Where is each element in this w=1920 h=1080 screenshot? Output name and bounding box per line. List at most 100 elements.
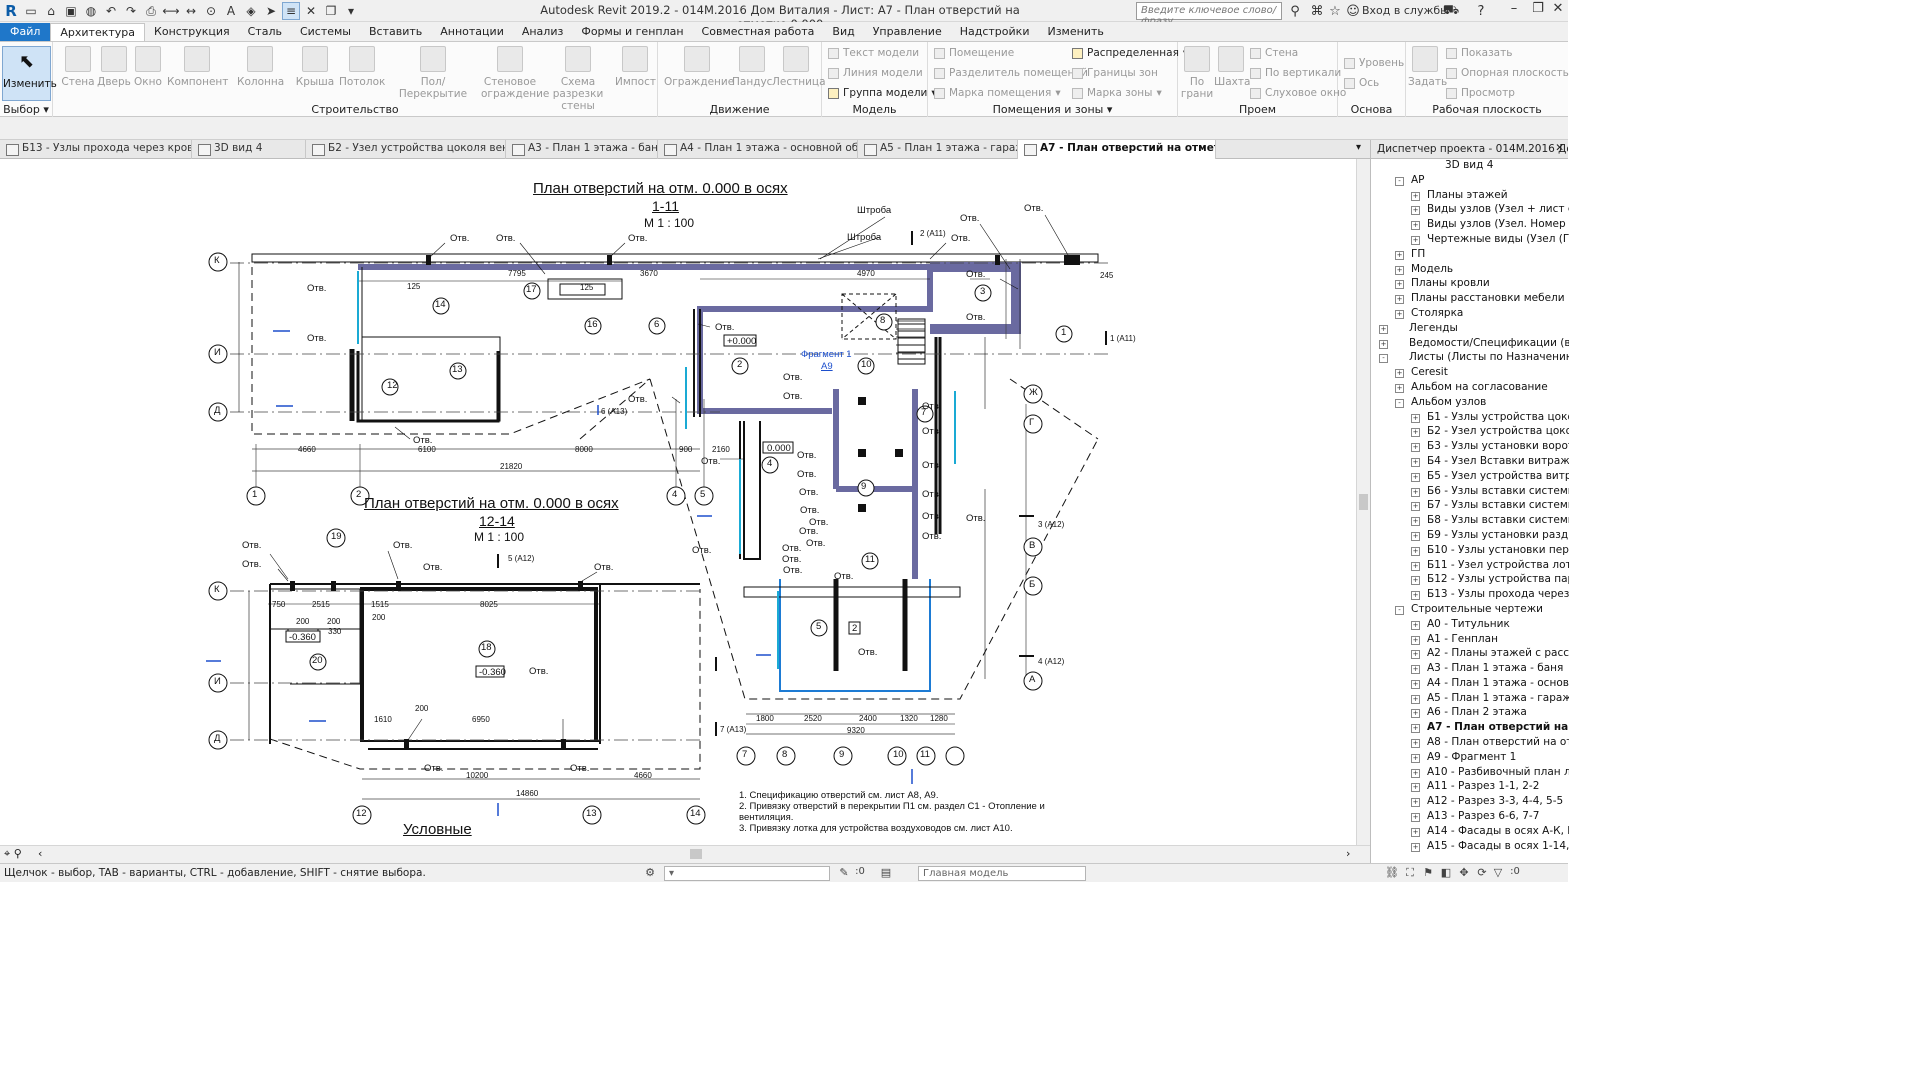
expand-icon[interactable]: + bbox=[1379, 324, 1388, 334]
browser-item[interactable]: + А2 - Планы этажей с расстан bbox=[1371, 647, 1569, 662]
expand-icon[interactable]: + bbox=[1395, 309, 1404, 319]
mullion-button[interactable]: Импост bbox=[615, 46, 656, 88]
tab-architecture[interactable]: Архитектура bbox=[50, 23, 146, 42]
collapse-icon[interactable]: - bbox=[1395, 398, 1404, 408]
browser-item[interactable]: + А10 - Разбивочный план ло bbox=[1371, 766, 1569, 781]
cart-icon[interactable]: ⛟ bbox=[1442, 2, 1460, 20]
expand-icon[interactable]: + bbox=[1395, 369, 1404, 379]
section-icon[interactable]: ➤ bbox=[262, 2, 280, 20]
expand-icon[interactable]: + bbox=[1411, 591, 1420, 601]
sync-icon[interactable]: ◍ bbox=[82, 2, 100, 20]
area-button[interactable]: Распределенная ▾ bbox=[1072, 47, 1188, 59]
browser-item[interactable]: + Б6 - Узлы вставки системы с bbox=[1371, 485, 1569, 500]
select-links-icon[interactable]: ⛓ bbox=[1384, 866, 1400, 881]
design-options-icon[interactable]: ▤ bbox=[878, 866, 894, 881]
doc-tab-a7[interactable]: А7 - План отверстий на отметк...✕ bbox=[1018, 140, 1216, 159]
expand-icon[interactable]: + bbox=[1411, 739, 1420, 749]
browser-item[interactable]: + А12 - Разрез 3-3, 4-4, 5-5 bbox=[1371, 795, 1569, 810]
railing-button[interactable]: Ограждение bbox=[664, 46, 734, 88]
browser-item[interactable]: + Планы этажей bbox=[1371, 189, 1569, 204]
filter-icon[interactable]: ▽ bbox=[1490, 866, 1506, 881]
browser-item[interactable]: + А9 - Фрагмент 1 bbox=[1371, 751, 1569, 766]
vertical-scrollbar[interactable] bbox=[1356, 159, 1370, 845]
expand-icon[interactable]: + bbox=[1411, 428, 1420, 438]
qat-dropdown-icon[interactable]: ▾ bbox=[342, 2, 360, 20]
browser-item[interactable]: + Б2 - Узел устройства цоколя bbox=[1371, 425, 1569, 440]
browser-item[interactable]: + А7 - План отверстий на отм bbox=[1371, 721, 1569, 736]
room-button[interactable]: Помещение bbox=[934, 47, 1014, 59]
ceiling-button[interactable]: Потолок bbox=[339, 46, 385, 88]
tab-addins[interactable]: Надстройки bbox=[951, 23, 1039, 42]
expand-icon[interactable]: + bbox=[1411, 191, 1420, 201]
expand-icon[interactable]: + bbox=[1411, 635, 1420, 645]
select-by-face-icon[interactable]: ◧ bbox=[1438, 866, 1454, 881]
browser-item[interactable]: + Б11 - Узел устройства лотко bbox=[1371, 559, 1569, 574]
expand-icon[interactable]: + bbox=[1411, 546, 1420, 556]
tab-view[interactable]: Вид bbox=[823, 23, 863, 42]
scroll-left-icon[interactable]: ‹ bbox=[38, 847, 42, 860]
expand-icon[interactable]: + bbox=[1411, 827, 1420, 837]
expand-icon[interactable]: + bbox=[1411, 576, 1420, 586]
expand-icon[interactable]: + bbox=[1411, 517, 1420, 527]
browser-item[interactable]: + А0 - Титульник bbox=[1371, 618, 1569, 633]
shaft-button[interactable]: Шахта bbox=[1214, 46, 1250, 88]
window-button[interactable]: Окно bbox=[131, 46, 165, 88]
set-workplane-button[interactable]: Задать bbox=[1408, 46, 1447, 88]
tabs-dropdown-icon[interactable]: ▾ bbox=[1356, 142, 1361, 153]
browser-item[interactable]: + Чертежные виды (Узел (Гор bbox=[1371, 233, 1569, 248]
browser-item[interactable]: + Б5 - Узел устройства витраж bbox=[1371, 470, 1569, 485]
show-workplane-button[interactable]: Показать bbox=[1446, 47, 1512, 59]
browser-item[interactable]: + А6 - План 2 этажа bbox=[1371, 706, 1569, 721]
browser-item[interactable]: + Б1 - Узлы устройства цокол bbox=[1371, 411, 1569, 426]
tab-analyze[interactable]: Анализ bbox=[513, 23, 573, 42]
browser-item[interactable]: + А14 - Фасады в осях А-К, К- bbox=[1371, 825, 1569, 840]
expand-icon[interactable]: + bbox=[1395, 265, 1404, 275]
wall-button[interactable]: Стена bbox=[61, 46, 95, 88]
expand-icon[interactable]: + bbox=[1411, 620, 1420, 630]
modify-button[interactable]: ⬉ Изменить bbox=[2, 46, 57, 101]
select-pinned-icon[interactable]: ⚑ bbox=[1420, 866, 1436, 881]
browser-item[interactable]: + Б7 - Узлы вставки системы с bbox=[1371, 499, 1569, 514]
door-button[interactable]: Дверь bbox=[97, 46, 131, 88]
model-line-button[interactable]: Линия модели bbox=[828, 67, 923, 79]
revit-logo-icon[interactable]: R bbox=[2, 2, 20, 20]
browser-item[interactable]: + Б13 - Узлы прохода через кр bbox=[1371, 588, 1569, 603]
doc-tab-a3[interactable]: А3 - План 1 этажа - баня bbox=[506, 140, 658, 159]
browser-item[interactable]: + Б10 - Узлы установки перего bbox=[1371, 544, 1569, 559]
component-button[interactable]: Компонент bbox=[167, 46, 228, 88]
browser-item[interactable]: + Планы кровли bbox=[1371, 277, 1569, 292]
browser-item[interactable]: + Ведомости/Спецификации (все) bbox=[1371, 337, 1569, 352]
curtain-system-button[interactable]: Стеновое ограждение bbox=[481, 46, 549, 100]
horizontal-scroll-thumb[interactable] bbox=[690, 849, 702, 859]
browser-item[interactable]: + Легенды bbox=[1371, 322, 1569, 337]
close-button[interactable]: ✕ bbox=[1546, 1, 1570, 21]
browser-item[interactable]: - Строительные чертежи bbox=[1371, 603, 1569, 618]
expand-icon[interactable]: + bbox=[1411, 561, 1420, 571]
expand-icon[interactable]: + bbox=[1411, 443, 1420, 453]
tab-file[interactable]: Файл bbox=[0, 23, 51, 42]
by-face-button[interactable]: По грани bbox=[1180, 46, 1214, 100]
expand-icon[interactable]: + bbox=[1411, 531, 1420, 541]
expand-icon[interactable]: + bbox=[1411, 235, 1420, 245]
select-underlay-icon[interactable]: ⛶ bbox=[1402, 866, 1418, 881]
tag-area-button[interactable]: Марка зоны ▾ bbox=[1072, 87, 1162, 99]
favorites-star-icon[interactable]: ☆ bbox=[1326, 2, 1344, 20]
collapse-icon[interactable]: - bbox=[1395, 176, 1404, 186]
close-browser-icon[interactable]: ✕ bbox=[1555, 142, 1564, 154]
browser-item[interactable]: + Б3 - Узлы установки ворот bbox=[1371, 440, 1569, 455]
redo-icon[interactable]: ↷ bbox=[122, 2, 140, 20]
room-separator-button[interactable]: Разделитель помещений bbox=[934, 67, 1088, 79]
view-control-icon[interactable]: ⌖ ⚲ bbox=[4, 847, 22, 861]
tab-steel[interactable]: Сталь bbox=[239, 23, 291, 42]
browser-item[interactable]: 3D вид 4 bbox=[1371, 159, 1569, 174]
browser-item[interactable]: + А15 - Фасады в осях 1-14, 1 bbox=[1371, 840, 1569, 855]
measure-icon[interactable]: ⟷ bbox=[162, 2, 180, 20]
browser-item[interactable]: - АР bbox=[1371, 174, 1569, 189]
tag-room-button[interactable]: Марка помещения ▾ bbox=[934, 87, 1061, 99]
expand-icon[interactable]: + bbox=[1411, 413, 1420, 423]
browser-item[interactable]: + А4 - План 1 этажа - основно bbox=[1371, 677, 1569, 692]
tab-massing[interactable]: Формы и генплан bbox=[572, 23, 692, 42]
tag-icon[interactable]: ⊙ bbox=[202, 2, 220, 20]
design-option-select[interactable]: Главная модель bbox=[918, 866, 1086, 881]
default-3d-icon[interactable]: ◈ bbox=[242, 2, 260, 20]
